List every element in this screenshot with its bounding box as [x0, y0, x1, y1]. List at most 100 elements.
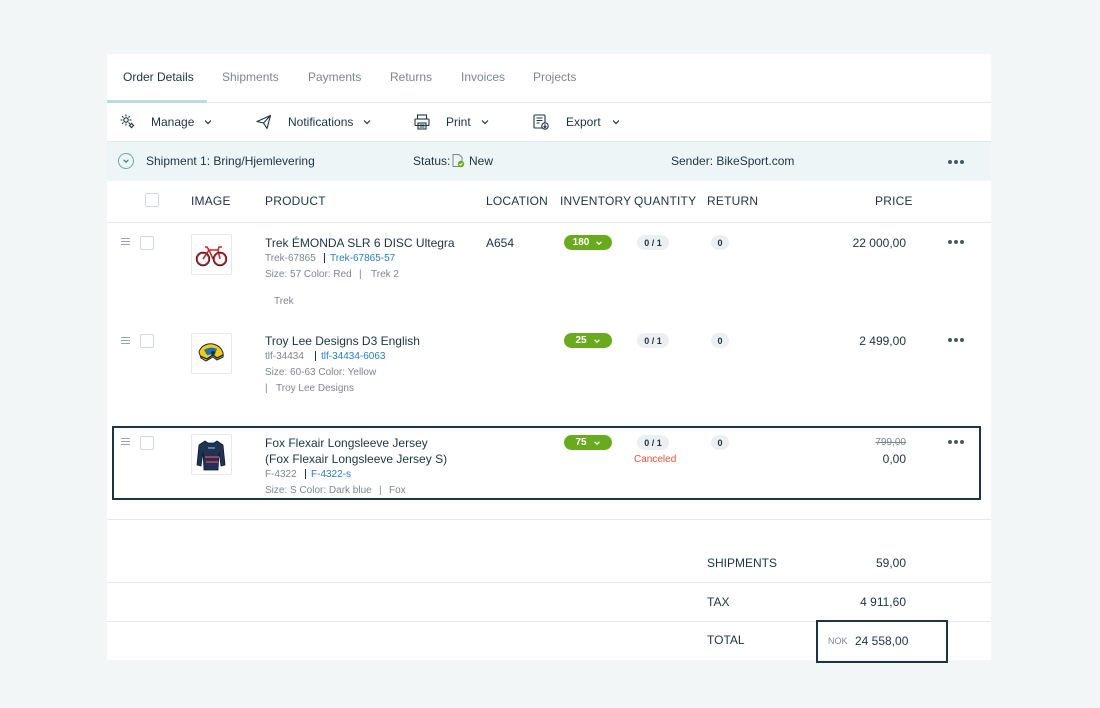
- product-brand: Troy Lee Designs: [276, 383, 354, 394]
- row-more-options-icon[interactable]: [948, 439, 966, 445]
- quantity-badge: 0 / 1: [637, 333, 669, 348]
- tab-payments[interactable]: Payments: [308, 70, 361, 84]
- product-attributes: Size: S Color: Dark blue: [265, 485, 372, 496]
- sender-text: Sender: BikeSport.com: [671, 154, 795, 168]
- product-attributes: Size: 57 Color: Red: [265, 269, 352, 280]
- row-checkbox[interactable]: [140, 436, 154, 450]
- chevron-down-icon: [363, 120, 371, 125]
- variant-sku-link[interactable]: tlf-34434-6063: [321, 351, 386, 362]
- drag-handle-icon[interactable]: [121, 438, 130, 446]
- variant-sku-link[interactable]: F-4322-s: [311, 469, 351, 480]
- helmet-image[interactable]: [191, 333, 232, 374]
- chevron-down-icon: [204, 120, 212, 125]
- column-header-location: LOCATION: [486, 194, 549, 208]
- document-check-icon: [452, 154, 465, 168]
- product-name[interactable]: Fox Flexair Longsleeve Jersey: [265, 436, 428, 450]
- tab-bar: Order Details Shipments Payments Returns…: [107, 54, 991, 103]
- total-value: 24 558,00: [855, 634, 909, 648]
- divider: |: [265, 383, 268, 394]
- drag-handle-icon[interactable]: [121, 238, 130, 246]
- export-button[interactable]: Export: [532, 103, 621, 141]
- manage-label: Manage: [151, 115, 195, 129]
- total-value-box: NOK 24 558,00: [816, 620, 948, 663]
- total-label: TOTAL: [707, 633, 745, 647]
- product-attributes: Size: 60-63 Color: Yellow: [265, 367, 377, 378]
- product-sku: tlf-34434: [265, 351, 304, 362]
- drag-handle-icon[interactable]: [121, 337, 130, 345]
- jersey-image[interactable]: [191, 434, 232, 475]
- status-label: Status:: [413, 154, 451, 168]
- chevron-down-icon: [596, 240, 603, 245]
- collapse-toggle-button[interactable]: [118, 153, 134, 169]
- divider: [315, 351, 316, 361]
- notifications-button[interactable]: Notifications: [255, 103, 372, 141]
- column-header-image: IMAGE: [191, 194, 231, 208]
- divider: [324, 253, 325, 263]
- inventory-badge[interactable]: 25: [564, 333, 612, 348]
- tab-order-details[interactable]: Order Details: [123, 70, 194, 84]
- product-name[interactable]: Trek ÉMONDA SLR 6 DISC Ultegra: [265, 236, 455, 250]
- price-value: 0,00: [882, 452, 906, 466]
- chevron-down-icon: [593, 440, 600, 445]
- notifications-label: Notifications: [288, 115, 354, 129]
- divider: |: [359, 269, 362, 280]
- inventory-count: 180: [572, 237, 590, 248]
- tab-returns[interactable]: Returns: [390, 70, 432, 84]
- column-header-inventory: INVENTORY: [560, 194, 632, 208]
- tab-shipments[interactable]: Shipments: [222, 70, 279, 84]
- row-more-options-icon[interactable]: [948, 239, 966, 245]
- variant-sku-link[interactable]: Trek-67865-57: [330, 253, 395, 264]
- gear-icon: [120, 114, 135, 129]
- shipments-value: 59,00: [875, 556, 906, 570]
- product-sku: F-4322: [265, 469, 297, 480]
- tab-invoices[interactable]: Invoices: [461, 70, 505, 84]
- inventory-badge[interactable]: 180: [564, 235, 612, 250]
- row-checkbox[interactable]: [140, 236, 154, 250]
- export-icon: [533, 114, 549, 130]
- quantity-badge: 0 / 1: [637, 235, 669, 250]
- row-more-options-icon[interactable]: [948, 337, 966, 343]
- order-card: Order Details Shipments Payments Returns…: [107, 54, 991, 663]
- send-icon: [256, 114, 272, 130]
- product-sku: Trek-67865: [265, 253, 316, 264]
- price-value: 2 499,00: [859, 334, 906, 348]
- export-label: Export: [566, 115, 601, 129]
- chevron-down-icon: [612, 120, 620, 125]
- column-header-price: PRICE: [875, 194, 913, 208]
- tab-projects[interactable]: Projects: [533, 70, 576, 84]
- canceled-status: Canceled: [634, 454, 677, 465]
- inventory-count: 75: [575, 437, 587, 448]
- divider: [305, 469, 306, 479]
- product-brand: Fox: [389, 485, 406, 496]
- price-value: 22 000,00: [852, 236, 906, 250]
- tax-label: TAX: [707, 595, 730, 609]
- manage-button[interactable]: Manage: [119, 103, 213, 141]
- chevron-down-icon: [123, 159, 129, 163]
- toolbar: Manage Notifications Print Export: [107, 103, 991, 142]
- inventory-count: 25: [575, 335, 587, 346]
- tax-value: 4 911,60: [860, 595, 906, 609]
- print-button[interactable]: Print: [413, 103, 490, 141]
- print-label: Print: [446, 115, 471, 129]
- divider: [107, 222, 991, 223]
- currency-code: NOK: [828, 636, 848, 646]
- divider: [107, 519, 991, 520]
- column-header-product: PRODUCT: [265, 194, 326, 208]
- bicycle-image[interactable]: [191, 234, 232, 275]
- shipment-more-options-icon[interactable]: [948, 159, 966, 165]
- row-checkbox[interactable]: [140, 334, 154, 348]
- divider: [107, 582, 991, 583]
- select-all-checkbox[interactable]: [145, 193, 159, 207]
- status-value: New: [469, 154, 494, 168]
- inventory-badge[interactable]: 75: [564, 435, 612, 450]
- return-badge: 0: [711, 435, 729, 450]
- shipment-header: Shipment 1: Bring/Hjemlevering Status: N…: [107, 142, 991, 181]
- return-badge: 0: [711, 235, 729, 250]
- original-price: 799,00: [875, 437, 906, 448]
- product-brand-secondary: Trek: [274, 296, 294, 307]
- product-name[interactable]: Troy Lee Designs D3 English: [265, 334, 420, 348]
- selected-row-highlight: [112, 426, 981, 500]
- column-header-quantity: QUANTITY: [634, 194, 697, 208]
- printer-icon: [414, 114, 430, 130]
- shipment-title: Shipment 1: Bring/Hjemlevering: [146, 154, 315, 168]
